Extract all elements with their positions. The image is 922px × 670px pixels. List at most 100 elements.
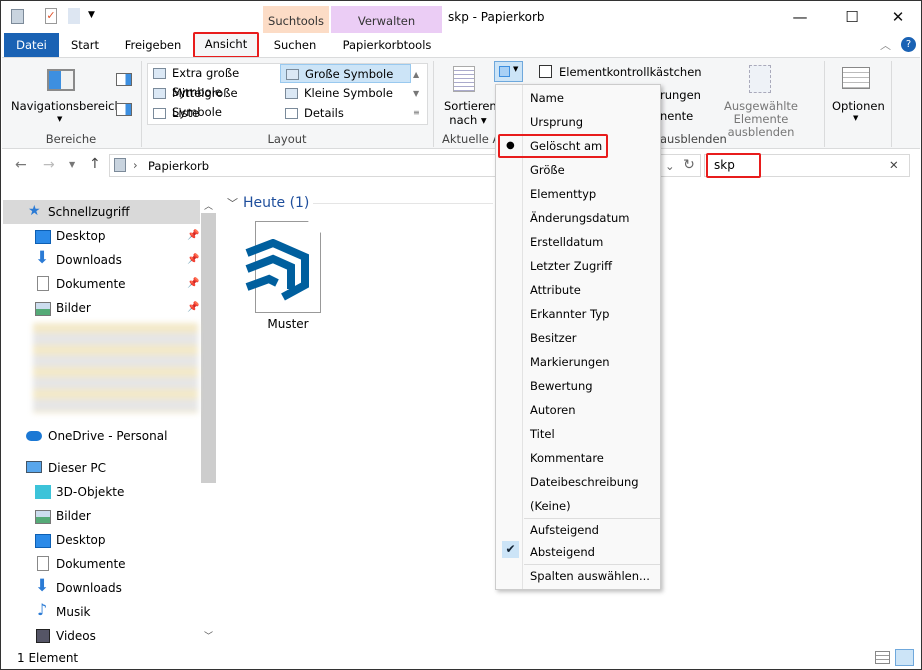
menu-item[interactable]: Name <box>530 87 564 109</box>
group-chevron-icon[interactable]: ﹀ <box>227 195 238 211</box>
up-button[interactable]: ↑ <box>89 156 101 172</box>
details-view-button[interactable] <box>875 651 890 664</box>
file-item[interactable]: Muster <box>241 219 329 337</box>
menu-item-aufsteigend[interactable]: Aufsteigend <box>530 519 599 541</box>
sidebar-item-desktop-pc[interactable]: Desktop <box>56 533 106 547</box>
group-label-bereiche: Bereiche <box>45 132 97 146</box>
layout-extra-large[interactable]: Extra große Symbole <box>148 64 278 99</box>
back-button[interactable]: ← <box>15 157 27 173</box>
navigation-pane-button[interactable]: Navigationsbereich <box>11 99 122 113</box>
layout-list[interactable]: Liste <box>148 104 278 123</box>
menu-item[interactable]: Dateibeschreibung <box>530 471 639 493</box>
pin-icon[interactable]: 📌 <box>187 302 199 313</box>
recycle-bin-icon <box>114 158 126 172</box>
explorer-window: ✓ ▼ Suchtools Verwalten skp - Papierkorb… <box>0 0 922 670</box>
close-button[interactable]: ✕ <box>878 5 918 29</box>
context-tab-suchtools: Suchtools <box>263 6 329 33</box>
group-by-button[interactable]: ▼ <box>494 61 523 82</box>
help-icon[interactable]: ? <box>901 37 916 52</box>
search-input[interactable]: skp <box>706 153 761 178</box>
sidebar-item-desktop[interactable]: Desktop <box>56 229 106 243</box>
layout-label: Liste <box>172 106 200 120</box>
layout-details[interactable]: Details <box>280 104 411 123</box>
sort-label: Sortieren <box>444 99 497 113</box>
preview-pane-icon[interactable] <box>116 73 132 86</box>
menu-item[interactable]: Größe <box>530 159 565 181</box>
tab-datei[interactable]: Datei <box>4 33 59 57</box>
star-icon: ★ <box>28 203 41 219</box>
group-header[interactable]: Heute (1) <box>243 195 309 211</box>
menu-item[interactable]: Kommentare <box>530 447 604 469</box>
menu-item[interactable]: Erstelldatum <box>530 231 603 253</box>
breadcrumb-papierkorb[interactable]: Papierkorb <box>148 159 209 173</box>
properties-icon[interactable]: ✓ <box>45 8 57 24</box>
menu-item[interactable]: Autoren <box>530 399 576 421</box>
forward-button[interactable]: → <box>43 157 55 173</box>
documents-icon <box>37 276 49 291</box>
sidebar-item-dokumente-pc[interactable]: Dokumente <box>56 557 126 571</box>
customize-qat-icon[interactable]: ▼ <box>88 10 95 20</box>
menu-item[interactable]: Elementtyp <box>530 183 596 205</box>
pin-icon[interactable]: 📌 <box>187 278 199 289</box>
menu-item[interactable]: Bewertung <box>530 375 593 397</box>
sidebar-item-3d-objekte[interactable]: 3D-Objekte <box>56 485 124 499</box>
pin-icon[interactable]: 📌 <box>187 230 199 241</box>
hidden-items-label[interactable]: nente <box>660 109 693 123</box>
menu-item[interactable]: Erkannter Typ <box>530 303 609 325</box>
layout-medium[interactable]: Mittelgroße Symbole <box>148 84 278 119</box>
clear-search-icon[interactable]: ✕ <box>889 158 899 172</box>
tab-freigeben[interactable]: Freigeben <box>119 33 187 57</box>
menu-item-spalten-auswaehlen[interactable]: Spalten auswählen... <box>530 565 650 587</box>
sidebar-item-dokumente[interactable]: Dokumente <box>56 277 126 291</box>
sidebar-item-videos[interactable]: Videos <box>56 629 96 643</box>
pin-icon[interactable]: 📌 <box>187 254 199 265</box>
address-dropdown[interactable]: ⌄ <box>665 159 675 173</box>
scroll-up-button[interactable]: ︿ <box>204 199 213 212</box>
pictures-icon <box>35 302 51 316</box>
3d-objects-icon <box>35 485 51 499</box>
large-icons-view-button[interactable] <box>895 649 914 666</box>
refresh-button[interactable]: ↻ <box>679 157 699 173</box>
maximize-button[interactable]: ☐ <box>832 5 872 29</box>
sidebar-item-bilder-pc[interactable]: Bilder <box>56 509 91 523</box>
desktop-icon <box>35 230 51 244</box>
menu-item[interactable]: Attribute <box>530 279 581 301</box>
menu-item[interactable]: Titel <box>530 423 555 445</box>
minimize-button[interactable]: — <box>780 5 820 29</box>
recent-dropdown[interactable]: ▼ <box>69 160 75 169</box>
sidebar-item-dieser-pc[interactable]: Dieser PC <box>48 461 106 475</box>
item-checkbox[interactable] <box>539 65 552 78</box>
layout-small[interactable]: Kleine Symbole <box>280 84 411 103</box>
details-pane-icon[interactable] <box>116 103 132 116</box>
menu-item[interactable]: Letzter Zugriff <box>530 255 612 277</box>
options-button[interactable]: Optionen <box>832 99 885 113</box>
tab-suchen[interactable]: Suchen <box>264 33 326 57</box>
sidebar-item-musik[interactable]: Musik <box>56 605 91 619</box>
sort-by-button[interactable]: Sortieren nach ▾ <box>444 99 497 127</box>
gallery-scroll[interactable]: ▲ ▼ ≡ <box>413 65 420 122</box>
tab-papierkorbtools[interactable]: Papierkorbtools <box>333 33 441 57</box>
new-folder-icon[interactable] <box>68 8 80 24</box>
sidebar-item-downloads[interactable]: Downloads <box>56 253 122 267</box>
collapse-ribbon-icon[interactable]: ︿ <box>880 37 891 53</box>
file-extensions-label[interactable]: rungen <box>660 88 701 102</box>
pictures-icon <box>35 510 51 524</box>
tab-ansicht[interactable]: Ansicht <box>193 32 259 58</box>
menu-item-absteigend[interactable]: Absteigend <box>530 541 595 563</box>
scroll-down-button[interactable]: ﹀ <box>204 629 213 642</box>
layout-large[interactable]: Große Symbole <box>280 64 411 83</box>
blurred-items <box>33 323 198 413</box>
this-pc-icon <box>26 461 42 473</box>
sidebar-item-bilder[interactable]: Bilder <box>56 301 91 315</box>
menu-item[interactable]: Ursprung <box>530 111 583 133</box>
sidebar-scrollbar[interactable] <box>201 213 216 483</box>
sidebar-item-onedrive[interactable]: OneDrive - Personal <box>48 429 167 443</box>
menu-item[interactable]: Änderungsdatum <box>530 207 629 229</box>
window-title: skp - Papierkorb <box>448 10 545 24</box>
menu-item[interactable]: Besitzer <box>530 327 577 349</box>
documents-icon <box>37 556 49 571</box>
tab-start[interactable]: Start <box>63 33 107 57</box>
menu-item[interactable]: Markierungen <box>530 351 610 373</box>
menu-item[interactable]: (Keine) <box>530 495 571 517</box>
sidebar-item-downloads-pc[interactable]: Downloads <box>56 581 122 595</box>
